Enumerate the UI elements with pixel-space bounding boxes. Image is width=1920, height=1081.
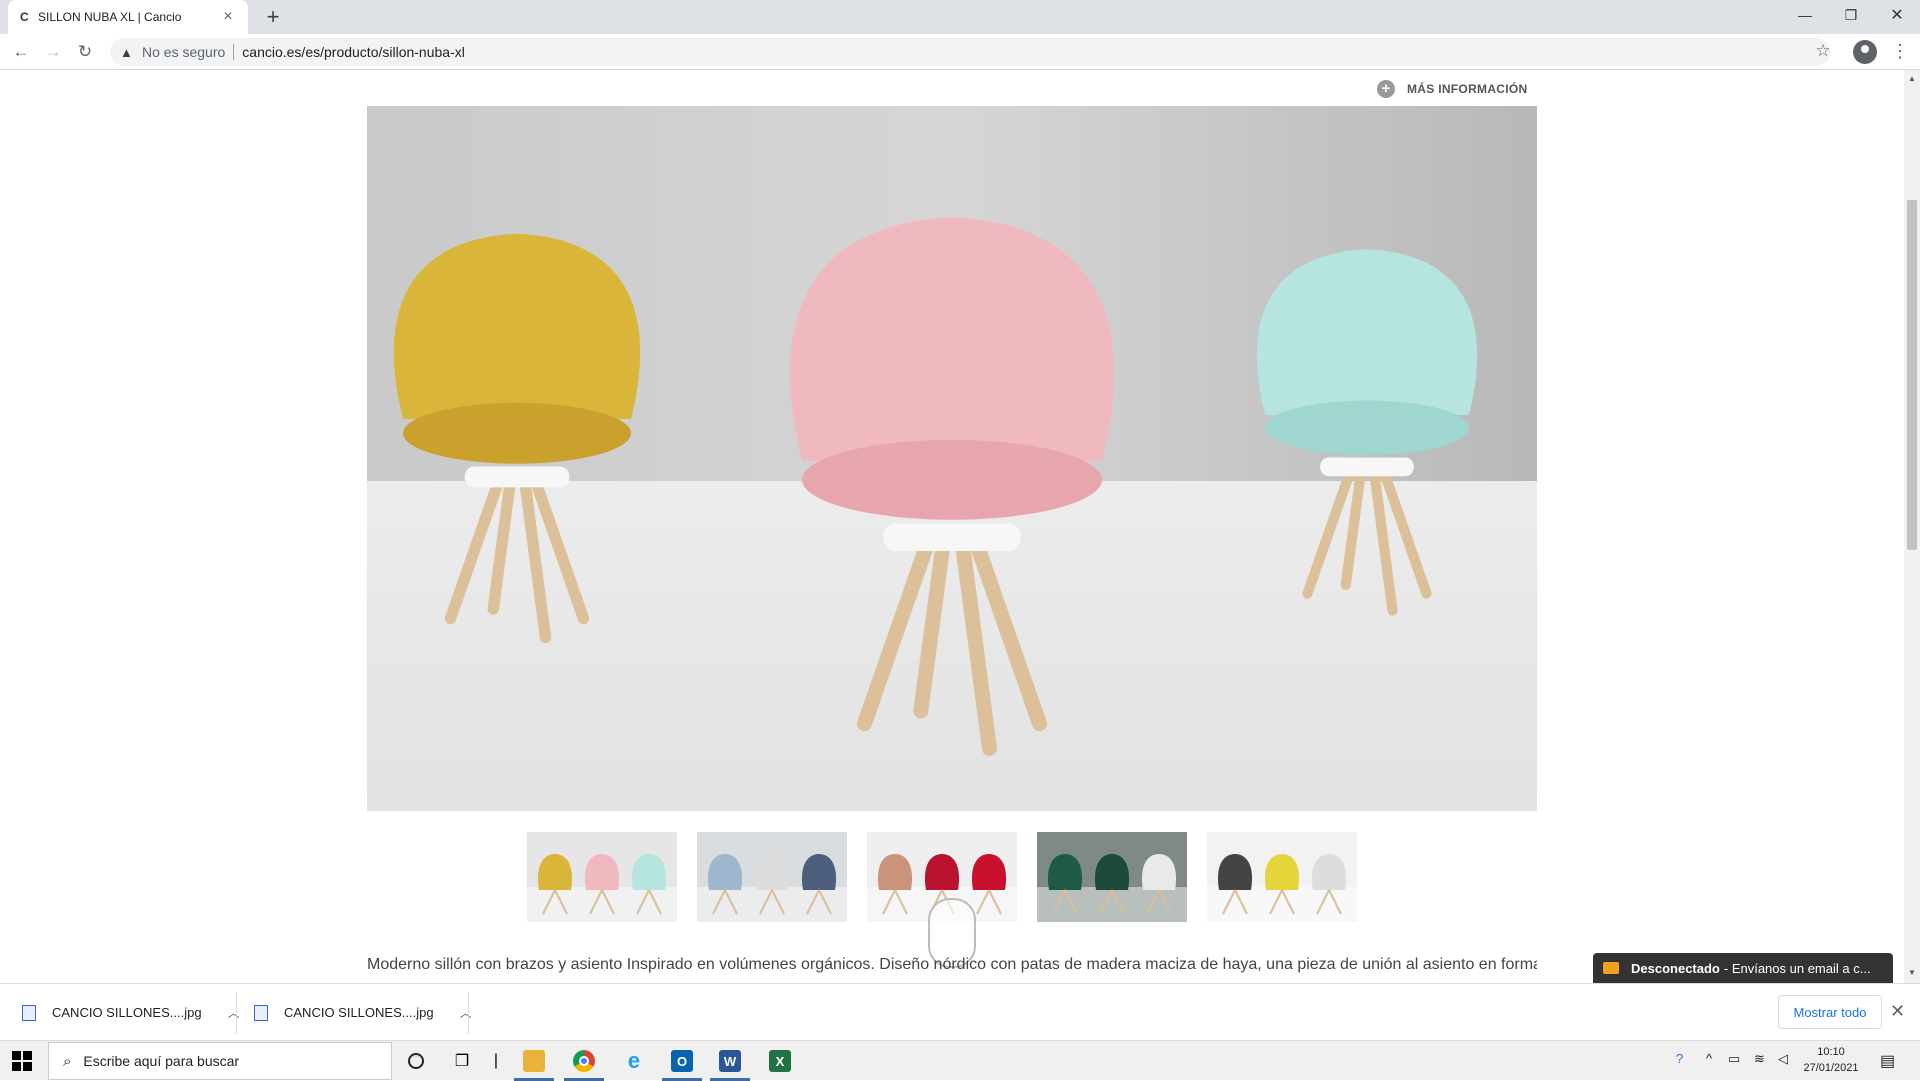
taskbar-divider-icon: | — [493, 1052, 499, 1069]
outlook-icon[interactable]: O — [662, 1047, 702, 1081]
internet-explorer-icon[interactable]: e — [620, 1047, 648, 1075]
thumbnail-image — [1037, 832, 1187, 922]
more-info-label: MÁS INFORMACIÓN — [1407, 82, 1528, 96]
profile-avatar-icon[interactable] — [1853, 40, 1877, 64]
show-all-downloads-button[interactable]: Mostrar todo — [1778, 995, 1882, 1029]
chevron-up-icon[interactable]: ︿ — [460, 1004, 472, 1021]
not-secure-warning-icon: ▲ — [120, 44, 133, 60]
back-button[interactable]: ← — [8, 39, 34, 65]
browser-toolbar: ← → ↻ ▲ No es seguro cancio.es/es/produc… — [0, 34, 1920, 70]
system-clock[interactable]: 10:10 27/01/2021 — [1796, 1044, 1866, 1076]
thumbnail-image — [1207, 832, 1357, 922]
cortana-icon[interactable] — [402, 1047, 430, 1075]
download-divider — [468, 992, 469, 1034]
product-hero-image — [367, 106, 1537, 811]
tray-chevron-up-icon[interactable]: ^ — [1706, 1051, 1712, 1066]
download-item-2[interactable]: CANCIO SILLONES....jpg ︿ — [254, 984, 472, 1041]
chrome-icon[interactable] — [564, 1047, 604, 1081]
site-favicon-icon: C — [20, 10, 29, 24]
help-icon[interactable]: ? — [1676, 1051, 1683, 1066]
download-divider — [236, 992, 237, 1034]
download-filename: CANCIO SILLONES....jpg — [52, 1005, 202, 1020]
windows-taskbar: ⌕ Escribe aquí para buscar ❐ | e O W X ?… — [0, 1040, 1920, 1081]
download-filename: CANCIO SILLONES....jpg — [284, 1005, 434, 1020]
bookmark-star-icon[interactable]: ☆ — [1812, 41, 1834, 63]
tray-device-icon[interactable]: ▭ — [1728, 1051, 1740, 1067]
address-bar[interactable]: ▲ No es seguro cancio.es/es/producto/sil… — [110, 38, 1830, 66]
mail-icon — [1603, 962, 1619, 974]
restore-button[interactable]: ❐ — [1828, 0, 1874, 30]
network-icon[interactable]: ≋ — [1754, 1051, 1765, 1067]
tab-active[interactable]: C SILLON NUBA XL | Cancio × — [8, 0, 248, 34]
search-icon: ⌕ — [63, 1052, 72, 1070]
search-placeholder: Escribe aquí para buscar — [83, 1053, 240, 1069]
image-file-icon — [22, 1004, 36, 1021]
tab-title: SILLON NUBA XL | Cancio — [38, 10, 182, 24]
product-description: Moderno sillón con brazos y asiento Insp… — [367, 956, 1537, 973]
security-label: No es seguro — [142, 44, 226, 60]
windows-start-icon[interactable] — [12, 1051, 32, 1071]
chevron-up-icon[interactable]: ︿ — [228, 1004, 240, 1021]
file-explorer-icon[interactable] — [514, 1047, 554, 1081]
scrollbar-thumb[interactable] — [1907, 200, 1917, 550]
action-center-icon[interactable]: ▤ — [1880, 1051, 1895, 1071]
image-file-icon — [254, 1004, 268, 1021]
thumbnail-1[interactable] — [527, 832, 677, 922]
download-item-1[interactable]: CANCIO SILLONES....jpg ︿ — [22, 984, 240, 1041]
word-icon[interactable]: W — [710, 1047, 750, 1081]
clock-time: 10:10 — [1817, 1046, 1845, 1058]
thumbnail-image — [697, 832, 847, 922]
browser-menu-icon[interactable]: ⋮ — [1890, 41, 1910, 63]
thumbnail-2[interactable] — [697, 832, 847, 922]
hero-chairs-illustration — [367, 106, 1537, 811]
scroll-down-arrow-icon[interactable]: ▼ — [1904, 968, 1920, 977]
page-scrollbar[interactable]: ▲ ▼ — [1904, 70, 1920, 983]
chat-widget[interactable]: Desconectado - Envíanos un email a c... — [1593, 953, 1893, 983]
close-window-button[interactable]: ✕ — [1874, 0, 1920, 30]
taskbar-search-box[interactable]: ⌕ Escribe aquí para buscar — [48, 1042, 392, 1080]
excel-icon[interactable]: X — [766, 1047, 794, 1075]
volume-muted-icon[interactable]: ◁ — [1778, 1051, 1788, 1067]
close-tab-icon[interactable]: × — [220, 8, 236, 26]
forward-button[interactable]: → — [40, 39, 66, 65]
web-page: + MÁS INFORMACIÓN Moderno sillón con bra… — [0, 70, 1904, 983]
thumbnail-5[interactable] — [1207, 832, 1357, 922]
chat-status: Desconectado — [1631, 960, 1720, 976]
task-view-icon[interactable]: ❐ — [448, 1047, 476, 1075]
reload-button[interactable]: ↻ — [72, 39, 98, 65]
close-download-bar-icon[interactable]: ✕ — [1890, 1001, 1905, 1022]
tab-bar: C SILLON NUBA XL | Cancio × + — ❐ ✕ — [0, 0, 1920, 34]
new-tab-button[interactable]: + — [260, 4, 286, 30]
more-info-link[interactable]: + MÁS INFORMACIÓN — [1377, 80, 1528, 98]
omnibox-divider — [233, 44, 235, 60]
clock-date: 27/01/2021 — [1803, 1062, 1859, 1074]
thumbnail-4[interactable] — [1037, 832, 1187, 922]
thumbnail-image — [527, 832, 677, 922]
url-text: cancio.es/es/producto/sillon-nuba-xl — [242, 44, 465, 60]
plus-circle-icon: + — [1377, 80, 1395, 98]
chat-text: - Envíanos un email a c... — [1723, 960, 1871, 976]
scroll-up-arrow-icon[interactable]: ▲ — [1904, 74, 1920, 83]
minimize-button[interactable]: — — [1782, 0, 1828, 30]
download-bar: CANCIO SILLONES....jpg ︿ CANCIO SILLONES… — [0, 983, 1920, 1040]
